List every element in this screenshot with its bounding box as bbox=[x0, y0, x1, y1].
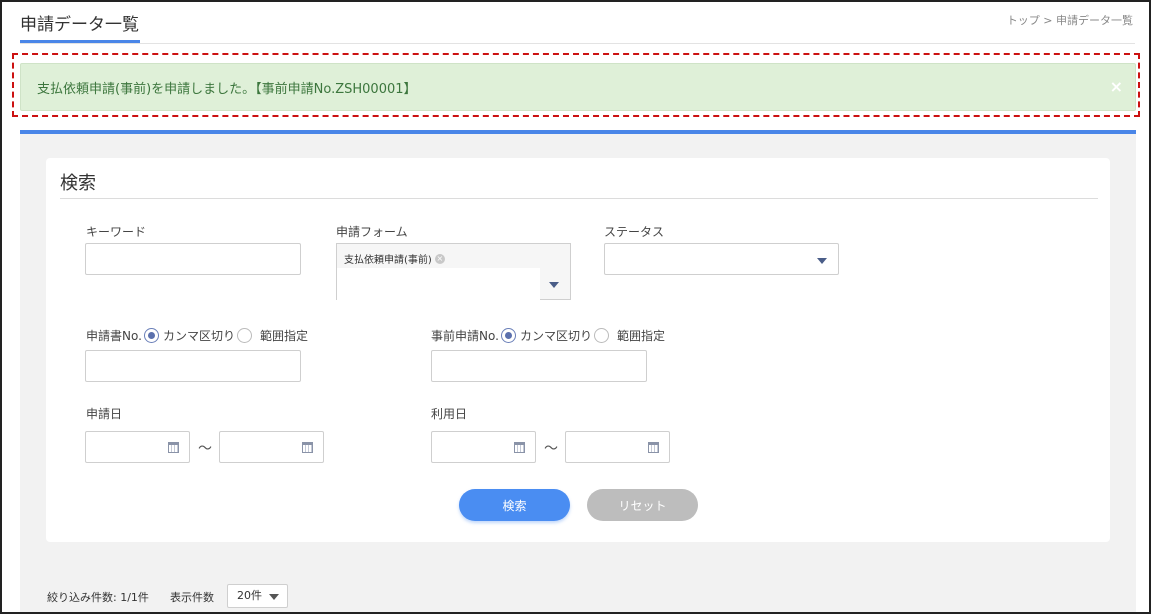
pre-app-no-comma-label[interactable]: カンマ区切り bbox=[520, 327, 592, 344]
alert-message: 支払依頼申請(事前)を申請しました。【事前申請No.ZSH00001】 bbox=[37, 81, 417, 97]
app-no-input[interactable] bbox=[85, 350, 301, 382]
apply-date-from-input[interactable] bbox=[85, 431, 190, 463]
pre-app-no-range-label[interactable]: 範囲指定 bbox=[617, 327, 665, 344]
range-separator: ～ bbox=[198, 441, 212, 457]
calendar-icon[interactable] bbox=[648, 442, 659, 453]
breadcrumb[interactable]: トップ > 申請データ一覧 bbox=[1007, 12, 1133, 28]
form-tag: 支払依頼申請(事前) × bbox=[344, 251, 445, 266]
chevron-down-icon[interactable] bbox=[549, 282, 559, 288]
form-tag-label: 支払依頼申請(事前) bbox=[344, 255, 432, 266]
use-date-label: 利用日 bbox=[431, 407, 468, 421]
chevron-down-icon[interactable] bbox=[817, 258, 827, 264]
app-window: 申請データ一覧 トップ > 申請データ一覧 支払依頼申請(事前)を申請しました。… bbox=[0, 0, 1151, 614]
filter-count: 絞り込み件数: 1/1件 bbox=[47, 591, 149, 604]
search-divider bbox=[60, 198, 1098, 199]
app-no-label: 申請書No. bbox=[86, 329, 142, 343]
search-heading: 検索 bbox=[60, 173, 96, 194]
pre-app-no-comma-radio[interactable] bbox=[500, 328, 516, 343]
reset-button[interactable]: リセット bbox=[587, 489, 698, 521]
page-title: 申請データ一覧 bbox=[20, 15, 139, 35]
page-size-label: 表示件数 bbox=[170, 591, 214, 604]
pre-app-no-mode-group: 事前申請No. カンマ区切り 範囲指定 bbox=[431, 327, 665, 344]
form-label: 申請フォーム bbox=[336, 225, 408, 239]
form-select[interactable]: 支払依頼申請(事前) × bbox=[336, 243, 571, 300]
calendar-icon[interactable] bbox=[514, 442, 525, 453]
use-date-from-input[interactable] bbox=[431, 431, 536, 463]
title-divider bbox=[20, 43, 1135, 44]
apply-date-label: 申請日 bbox=[86, 407, 123, 421]
pre-app-no-label: 事前申請No. bbox=[431, 329, 499, 343]
form-select-input[interactable] bbox=[337, 268, 540, 300]
calendar-icon[interactable] bbox=[302, 442, 313, 453]
app-no-comma-radio[interactable] bbox=[143, 328, 159, 343]
pre-app-no-input[interactable] bbox=[431, 350, 647, 382]
close-icon[interactable]: × bbox=[1110, 77, 1123, 96]
range-separator: ～ bbox=[544, 441, 558, 457]
apply-date-to-input[interactable] bbox=[219, 431, 324, 463]
calendar-icon[interactable] bbox=[168, 442, 179, 453]
page-size-select[interactable]: 20件 bbox=[227, 584, 288, 608]
app-no-comma-label[interactable]: カンマ区切り bbox=[163, 327, 235, 344]
tag-remove-icon[interactable]: × bbox=[434, 253, 445, 264]
chevron-down-icon[interactable] bbox=[269, 594, 279, 600]
status-select[interactable] bbox=[604, 243, 839, 275]
search-button[interactable]: 検索 bbox=[459, 489, 570, 521]
keyword-input[interactable] bbox=[85, 243, 301, 275]
pre-app-no-range-radio[interactable] bbox=[593, 328, 609, 343]
app-no-mode-group: 申請書No. カンマ区切り 範囲指定 bbox=[86, 327, 308, 344]
success-alert: 支払依頼申請(事前)を申請しました。【事前申請No.ZSH00001】 × bbox=[20, 63, 1136, 111]
app-no-range-radio[interactable] bbox=[236, 328, 252, 343]
app-no-range-label[interactable]: 範囲指定 bbox=[260, 327, 308, 344]
use-date-to-input[interactable] bbox=[565, 431, 670, 463]
page-size-value: 20件 bbox=[237, 589, 262, 602]
keyword-label: キーワード bbox=[86, 225, 147, 239]
status-label: ステータス bbox=[604, 225, 665, 239]
